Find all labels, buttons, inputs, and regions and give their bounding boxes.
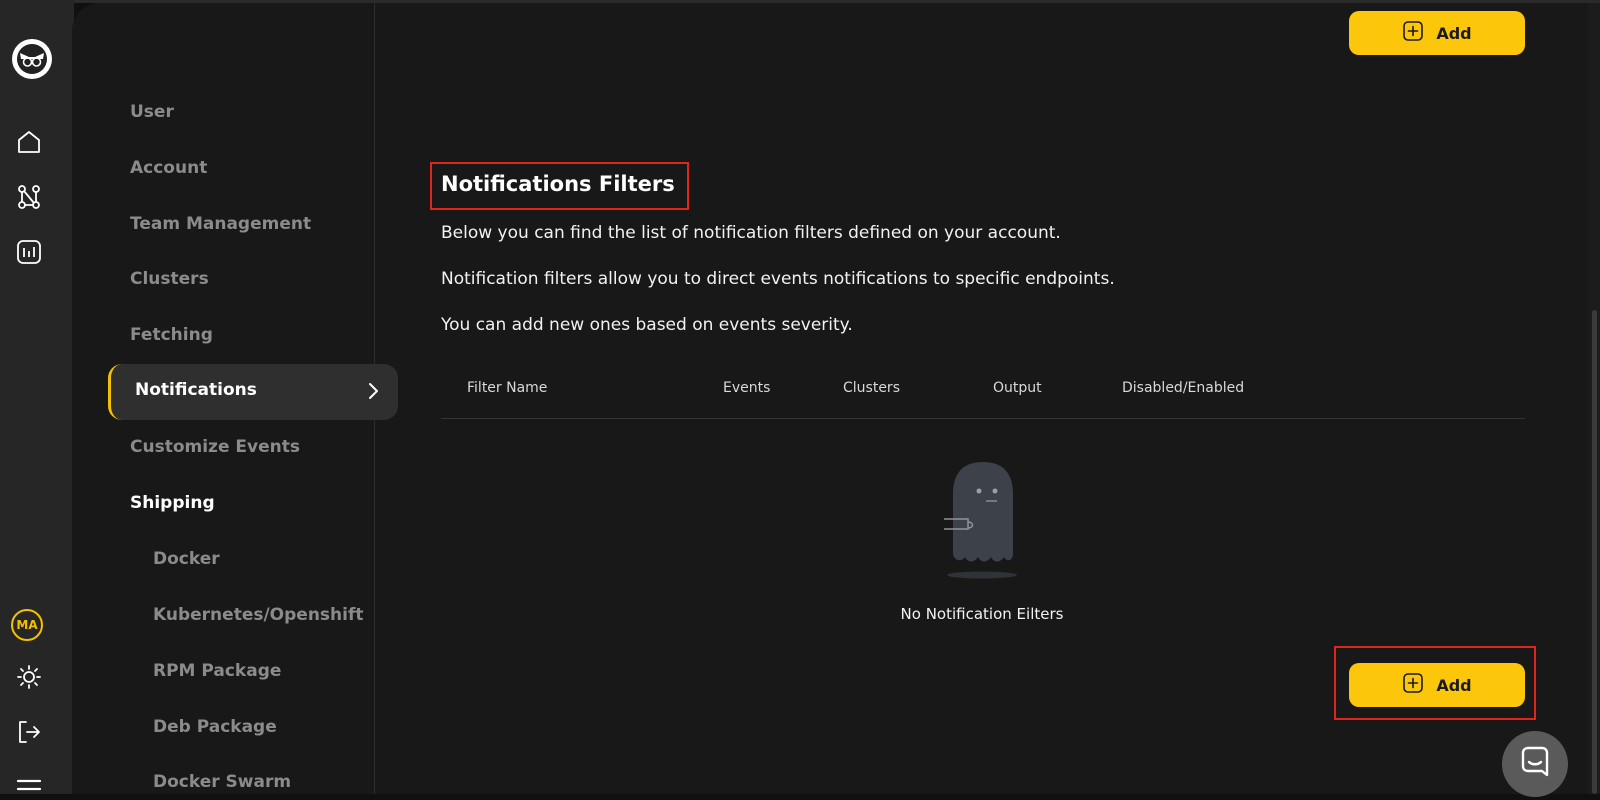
plus-square-icon — [1402, 20, 1424, 46]
chart-icon[interactable] — [15, 238, 43, 266]
chat-widget[interactable] — [1502, 731, 1568, 797]
sidebar-item-kubernetes-openshift[interactable]: Kubernetes/Openshift — [153, 605, 364, 625]
table-header-divider — [441, 418, 1525, 419]
sidebar-heading-shipping: Shipping — [130, 493, 215, 513]
plus-square-icon — [1402, 672, 1424, 698]
logout-icon[interactable] — [15, 718, 43, 746]
add-button-label: Add — [1436, 23, 1472, 43]
add-button-top[interactable]: Add — [1349, 11, 1525, 55]
scrollbar-thumb[interactable] — [1592, 310, 1597, 794]
sidebar-item-docker-swarm[interactable]: Docker Swarm — [153, 772, 291, 792]
empty-state-text: No Notification Eilters — [900, 605, 1064, 623]
sidebar-item-user[interactable]: User — [130, 102, 174, 122]
workflow-icon[interactable] — [15, 183, 43, 211]
sidebar-item-clusters[interactable]: Clusters — [130, 269, 209, 289]
description-line-2: Notification filters allow you to direct… — [441, 269, 1115, 289]
menu-icon[interactable] — [15, 772, 43, 800]
sidebar-item-account[interactable]: Account — [130, 158, 207, 178]
home-icon[interactable] — [15, 128, 43, 156]
sidebar-item-docker[interactable]: Docker — [153, 549, 220, 569]
sidebar-item-customize-events[interactable]: Customize Events — [130, 437, 300, 457]
add-button-label: Add — [1436, 675, 1472, 695]
column-header-events: Events — [723, 380, 771, 396]
sun-icon[interactable] — [15, 663, 43, 691]
chat-icon — [1518, 745, 1552, 783]
sidebar-item-deb-package[interactable]: Deb Package — [153, 717, 277, 737]
ghost-icon — [938, 458, 1028, 586]
sidebar-item-label: Notifications — [135, 380, 257, 400]
column-header-output: Output — [993, 380, 1042, 396]
description-line-1: Below you can find the list of notificat… — [441, 223, 1061, 243]
avatar[interactable]: MA — [11, 609, 43, 641]
sidebar-item-rpm-package[interactable]: RPM Package — [153, 661, 281, 681]
column-header-disabled-enabled: Disabled/Enabled — [1122, 380, 1245, 396]
description-line-3: You can add new ones based on events sev… — [441, 315, 853, 335]
icon-rail: MA — [0, 0, 74, 794]
sidebar-item-notifications[interactable]: Notifications — [108, 364, 398, 420]
sidebar-item-fetching[interactable]: Fetching — [130, 325, 213, 345]
owl-logo-icon[interactable] — [12, 39, 52, 79]
column-header-clusters: Clusters — [843, 380, 900, 396]
sidebar-item-team-management[interactable]: Team Management — [130, 214, 311, 234]
add-button-bottom[interactable]: Add — [1349, 663, 1525, 707]
column-header-filter-name: Filter Name — [467, 380, 548, 396]
page-title: Notifications Filters — [441, 172, 675, 196]
chevron-right-icon — [366, 382, 380, 404]
